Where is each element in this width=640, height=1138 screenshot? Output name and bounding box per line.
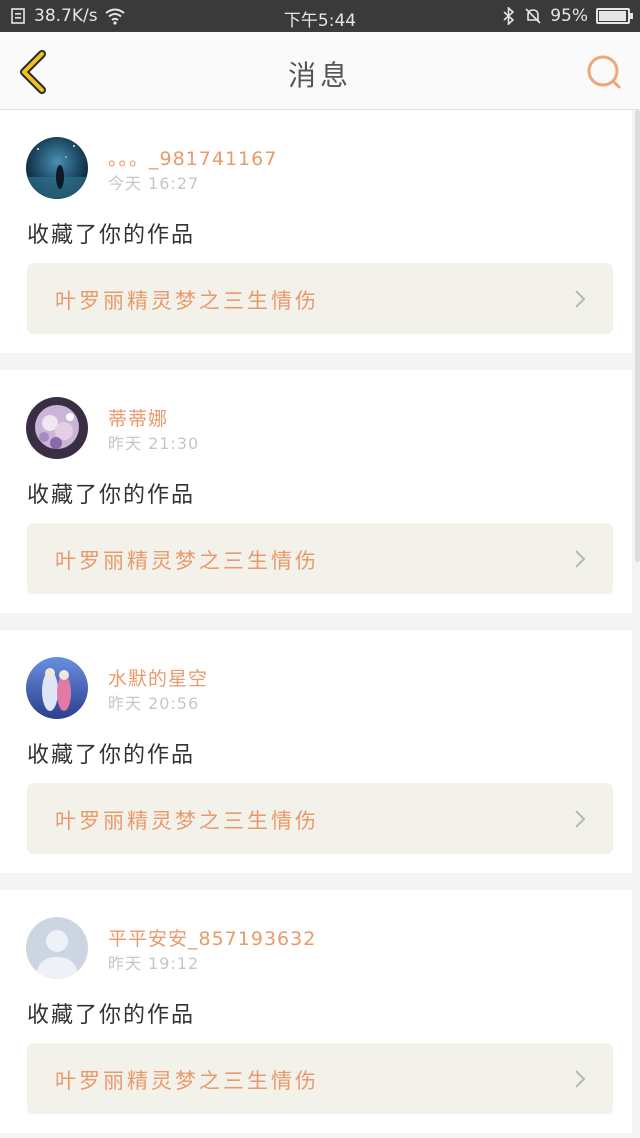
chevron-right-icon (575, 810, 586, 828)
default-avatar-icon (26, 917, 88, 979)
message-card: 平平安安_857193632 昨天 19:12 收藏了你的作品 叶罗丽精灵梦之三… (0, 890, 632, 1133)
avatar[interactable] (26, 137, 88, 199)
action-text: 收藏了你的作品 (27, 1003, 196, 1028)
username[interactable]: 水默的星空 (108, 664, 208, 691)
status-bar: 38.7K/s 下午5:44 95% (0, 0, 640, 32)
message-card: 蒂蒂娜 昨天 21:30 收藏了你的作品 叶罗丽精灵梦之三生情伤 (0, 370, 632, 613)
timestamp: 昨天 20:56 (108, 694, 200, 713)
mute-bell-icon (525, 8, 541, 24)
nav-bar: 消息 (0, 32, 640, 110)
work-link[interactable]: 叶罗丽精灵梦之三生情伤 (27, 783, 613, 854)
chevron-right-icon (575, 1070, 586, 1088)
username[interactable]: 。。。_981741167 (108, 144, 277, 171)
chevron-right-icon (575, 550, 586, 568)
action-text: 收藏了你的作品 (27, 483, 196, 508)
work-title: 叶罗丽精灵梦之三生情伤 (55, 1069, 319, 1093)
avatar[interactable] (26, 397, 88, 459)
work-title: 叶罗丽精灵梦之三生情伤 (55, 549, 319, 573)
battery-icon (596, 8, 633, 24)
avatar-night-sky-image (26, 137, 88, 199)
chevron-right-icon (575, 290, 586, 308)
action-text: 收藏了你的作品 (27, 743, 196, 768)
timestamp: 昨天 21:30 (108, 434, 200, 453)
avatar[interactable] (26, 917, 88, 979)
timestamp: 今天 16:27 (108, 174, 200, 193)
action-text: 收藏了你的作品 (27, 223, 196, 248)
work-link[interactable]: 叶罗丽精灵梦之三生情伤 (27, 523, 613, 594)
message-card: 水默的星空 昨天 20:56 收藏了你的作品 叶罗丽精灵梦之三生情伤 (0, 630, 632, 873)
work-title: 叶罗丽精灵梦之三生情伤 (55, 809, 319, 833)
bluetooth-icon (503, 7, 515, 25)
avatar-anime-image (26, 397, 88, 459)
search-icon[interactable] (584, 52, 624, 92)
work-link[interactable]: 叶罗丽精灵梦之三生情伤 (27, 263, 613, 334)
work-title: 叶罗丽精灵梦之三生情伤 (55, 289, 319, 313)
message-card: 。。。_981741167 今天 16:27 收藏了你的作品 叶罗丽精灵梦之三生… (0, 110, 632, 353)
username[interactable]: 蒂蒂娜 (108, 404, 168, 431)
battery-percent: 95% (550, 6, 588, 26)
battery-fill (599, 11, 626, 21)
avatar-couple-image (26, 657, 88, 719)
scrollbar[interactable] (635, 110, 640, 562)
avatar[interactable] (26, 657, 88, 719)
work-link[interactable]: 叶罗丽精灵梦之三生情伤 (27, 1043, 613, 1114)
username[interactable]: 平平安安_857193632 (108, 924, 316, 951)
timestamp: 昨天 19:12 (108, 954, 200, 973)
page-title: 消息 (287, 59, 352, 92)
